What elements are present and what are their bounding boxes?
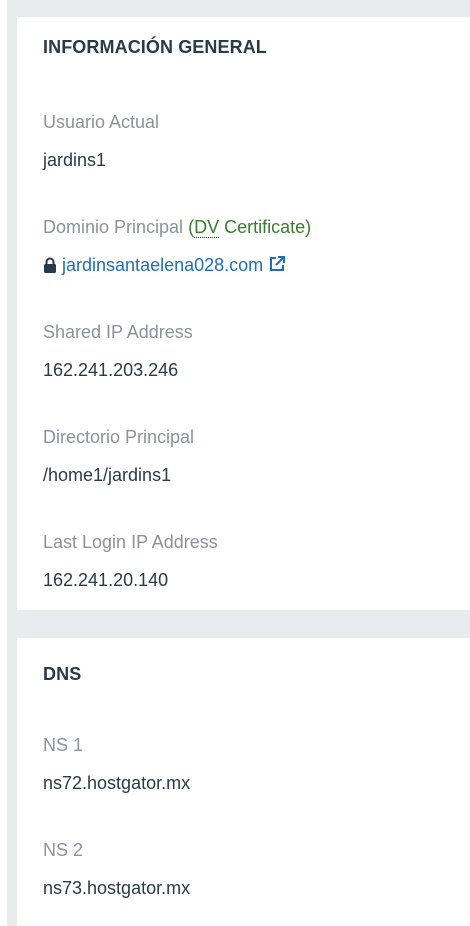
primary-domain-label-row: Dominio Principal (DV Certificate) xyxy=(43,214,460,240)
home-directory-field: Directorio Principal /home1/jardins1 xyxy=(43,424,460,488)
ns1-value: ns72.hostgator.mx xyxy=(43,773,191,793)
lock-icon xyxy=(43,254,57,280)
ns2-value: ns73.hostgator.mx xyxy=(43,878,191,898)
certificate-type-abbr[interactable]: DV xyxy=(194,217,220,238)
current-user-label: Usuario Actual xyxy=(43,112,160,132)
external-link-icon[interactable] xyxy=(268,254,286,280)
general-info-title: INFORMACIÓN GENERAL xyxy=(43,37,267,57)
left-strip xyxy=(0,0,7,926)
dns-panel: DNS NS 1 ns72.hostgator.mx NS 2 ns73.hos… xyxy=(17,638,470,926)
ns2-label: NS 2 xyxy=(43,840,84,860)
primary-domain-link[interactable]: jardinsantaelena028.com xyxy=(62,255,263,275)
current-user-field: Usuario Actual jardins1 xyxy=(43,109,460,173)
general-info-panel: INFORMACIÓN GENERAL Usuario Actual jardi… xyxy=(17,17,470,610)
shared-ip-value: 162.241.203.246 xyxy=(43,360,179,380)
primary-domain-field: Dominio Principal (DV Certificate) jardi… xyxy=(43,214,460,280)
last-login-ip-value: 162.241.20.140 xyxy=(43,570,169,590)
dns-title: DNS xyxy=(43,664,82,684)
certificate-status: (DV Certificate) xyxy=(188,217,312,238)
ns1-label: NS 1 xyxy=(43,735,84,755)
home-directory-value: /home1/jardins1 xyxy=(43,465,172,485)
ns2-field: NS 2 ns73.hostgator.mx xyxy=(43,837,460,901)
primary-domain-label: Dominio Principal xyxy=(43,217,184,237)
current-user-value: jardins1 xyxy=(43,150,107,170)
primary-domain-value-row: jardinsantaelena028.com xyxy=(43,252,460,280)
last-login-ip-field: Last Login IP Address 162.241.20.140 xyxy=(43,529,460,593)
home-directory-label: Directorio Principal xyxy=(43,427,195,447)
shared-ip-field: Shared IP Address 162.241.203.246 xyxy=(43,319,460,383)
last-login-ip-label: Last Login IP Address xyxy=(43,532,218,552)
shared-ip-label: Shared IP Address xyxy=(43,322,193,342)
ns1-field: NS 1 ns72.hostgator.mx xyxy=(43,732,460,796)
